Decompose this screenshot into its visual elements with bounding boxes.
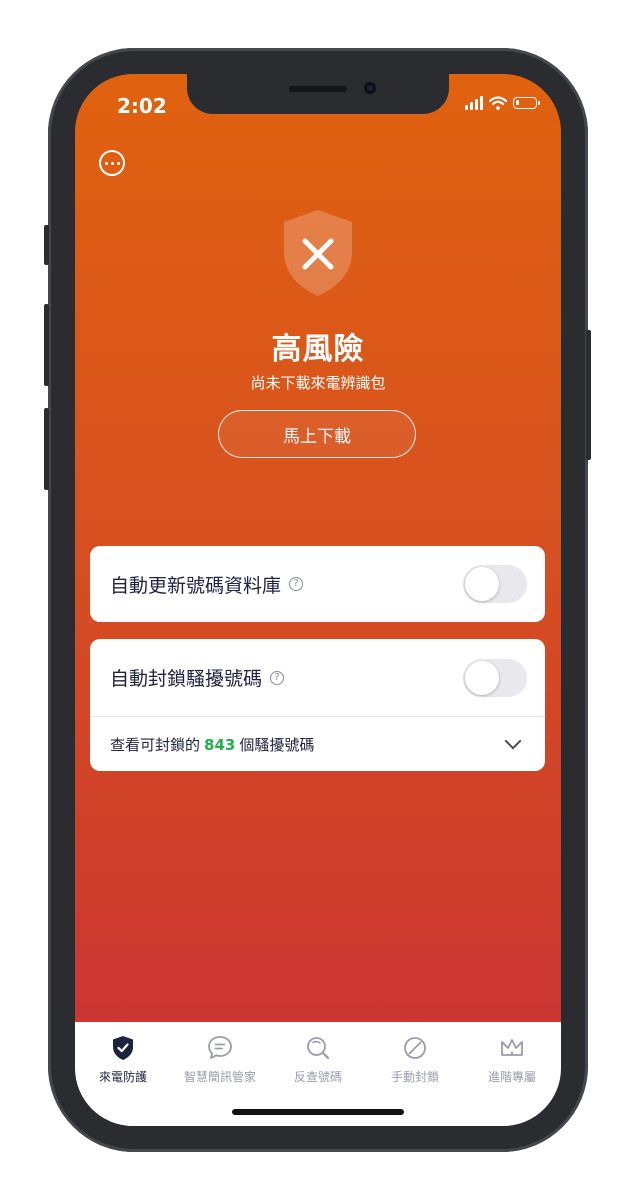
- notch: [187, 74, 449, 114]
- auto-update-label-group: 自動更新號碼資料庫 ?: [110, 571, 304, 598]
- crown-icon: [501, 1039, 523, 1056]
- auto-update-card: 自動更新號碼資料庫 ?: [90, 546, 545, 622]
- download-now-button[interactable]: 馬上下載: [218, 410, 416, 458]
- side-button-volume-up: [44, 304, 49, 386]
- shield-check-icon: [113, 1036, 133, 1060]
- auto-block-toggle[interactable]: [463, 658, 527, 697]
- message-icon: [208, 1036, 232, 1059]
- wifi-icon: [489, 96, 507, 110]
- home-indicator: [232, 1109, 404, 1115]
- status-time: 2:02: [117, 94, 167, 118]
- side-button-mute: [44, 225, 49, 265]
- block-icon: [404, 1037, 426, 1059]
- blockable-count: 843: [204, 735, 236, 754]
- auto-block-label-group: 自動封鎖騷擾號碼 ?: [110, 664, 285, 691]
- front-camera: [364, 82, 376, 94]
- tab-call-protection[interactable]: 來電防護: [75, 1034, 171, 1085]
- view-blockable-prefix: 查看可封鎖的: [110, 735, 201, 754]
- search-icon: [307, 1037, 330, 1060]
- signal-icon: [465, 96, 483, 110]
- auto-block-label: 自動封鎖騷擾號碼: [110, 668, 263, 690]
- more-options-icon[interactable]: [99, 150, 125, 176]
- auto-update-toggle[interactable]: [463, 565, 527, 603]
- tab-reverse-lookup[interactable]: 反查號碼: [270, 1034, 366, 1085]
- tab-label: 進階專屬: [487, 1070, 536, 1084]
- help-icon[interactable]: ?: [270, 670, 285, 685]
- tab-label: 來電防護: [98, 1070, 147, 1084]
- tab-premium[interactable]: 進階專屬: [464, 1034, 560, 1085]
- tab-sms-manager[interactable]: 智慧簡訊管家: [172, 1034, 268, 1085]
- auto-update-label: 自動更新號碼資料庫: [110, 574, 282, 597]
- tab-label: 智慧簡訊管家: [183, 1070, 256, 1084]
- view-blockable-suffix: 個騷擾號碼: [239, 735, 315, 754]
- app-screen: 2:02 高風險 尚未下載來電辨識包 馬上下載 自動更新號碼資料庫 ? 自動封鎖…: [75, 74, 561, 1126]
- status-icons: [465, 96, 540, 110]
- risk-subtitle: 尚未下載來電辨識包: [250, 374, 386, 392]
- help-icon[interactable]: ?: [289, 577, 304, 591]
- side-button-power: [586, 330, 591, 460]
- shield-x-icon: [284, 210, 352, 296]
- battery-icon: [513, 97, 540, 109]
- auto-block-card: 自動封鎖騷擾號碼 ? 查看可封鎖的 843 個騷擾號碼: [90, 639, 545, 771]
- tab-manual-block[interactable]: 手動封鎖: [367, 1034, 463, 1085]
- view-blockable-text: 查看可封鎖的 843 個騷擾號碼: [110, 734, 314, 755]
- risk-title: 高風險: [271, 332, 365, 367]
- view-blockable-row[interactable]: 查看可封鎖的 843 個騷擾號碼: [110, 717, 527, 771]
- auto-update-row: 自動更新號碼資料庫 ?: [110, 546, 527, 622]
- side-button-volume-down: [44, 408, 49, 490]
- chevron-down-icon[interactable]: [504, 732, 522, 750]
- auto-block-row: 自動封鎖騷擾號碼 ?: [110, 639, 527, 716]
- tab-label: 反查號碼: [293, 1070, 342, 1084]
- tab-label: 手動封鎖: [390, 1070, 439, 1084]
